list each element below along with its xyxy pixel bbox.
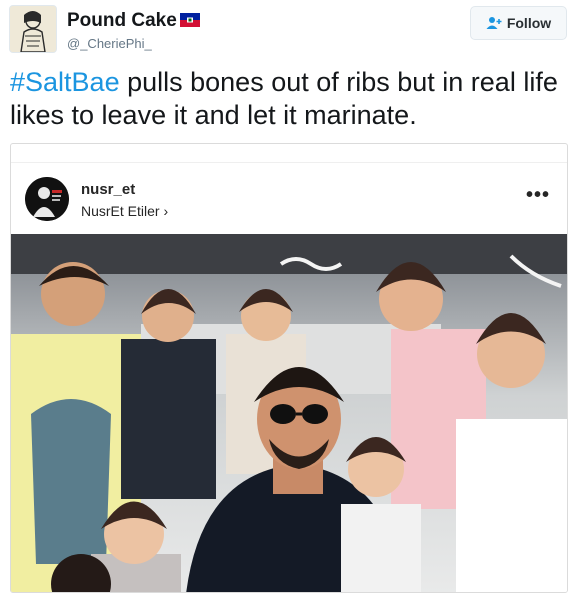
avatar-illustration-icon (10, 6, 56, 52)
group-photo-illustration (11, 234, 567, 592)
haiti-flag-icon (180, 13, 200, 27)
user-avatar[interactable] (9, 5, 57, 53)
add-user-icon (486, 17, 502, 29)
more-options-icon[interactable]: ••• (526, 185, 550, 205)
instagram-embed[interactable]: nusr_et NusrEt Etiler › ••• (10, 143, 568, 593)
embed-top-bar (11, 144, 567, 163)
post-photo[interactable] (11, 234, 567, 592)
tweet-text: #SaltBae pulls bones out of ribs but in … (10, 66, 570, 132)
location-text: NusrEt Etiler (81, 203, 160, 219)
hashtag-link[interactable]: #SaltBae (10, 67, 120, 97)
display-name[interactable]: Pound Cake (67, 10, 177, 32)
follow-label: Follow (506, 15, 552, 31)
chevron-right-icon: › (163, 203, 169, 219)
tweet-header: Pound Cake @_CheriePhi_ Follow (0, 0, 587, 60)
profile-silhouette-icon (25, 177, 69, 221)
instagram-username[interactable]: nusr_et (81, 181, 135, 198)
user-handle[interactable]: @_CheriePhi_ (67, 36, 152, 51)
instagram-avatar[interactable] (25, 177, 69, 221)
instagram-location[interactable]: NusrEt Etiler › (81, 203, 168, 219)
follow-button[interactable]: Follow (470, 6, 567, 40)
